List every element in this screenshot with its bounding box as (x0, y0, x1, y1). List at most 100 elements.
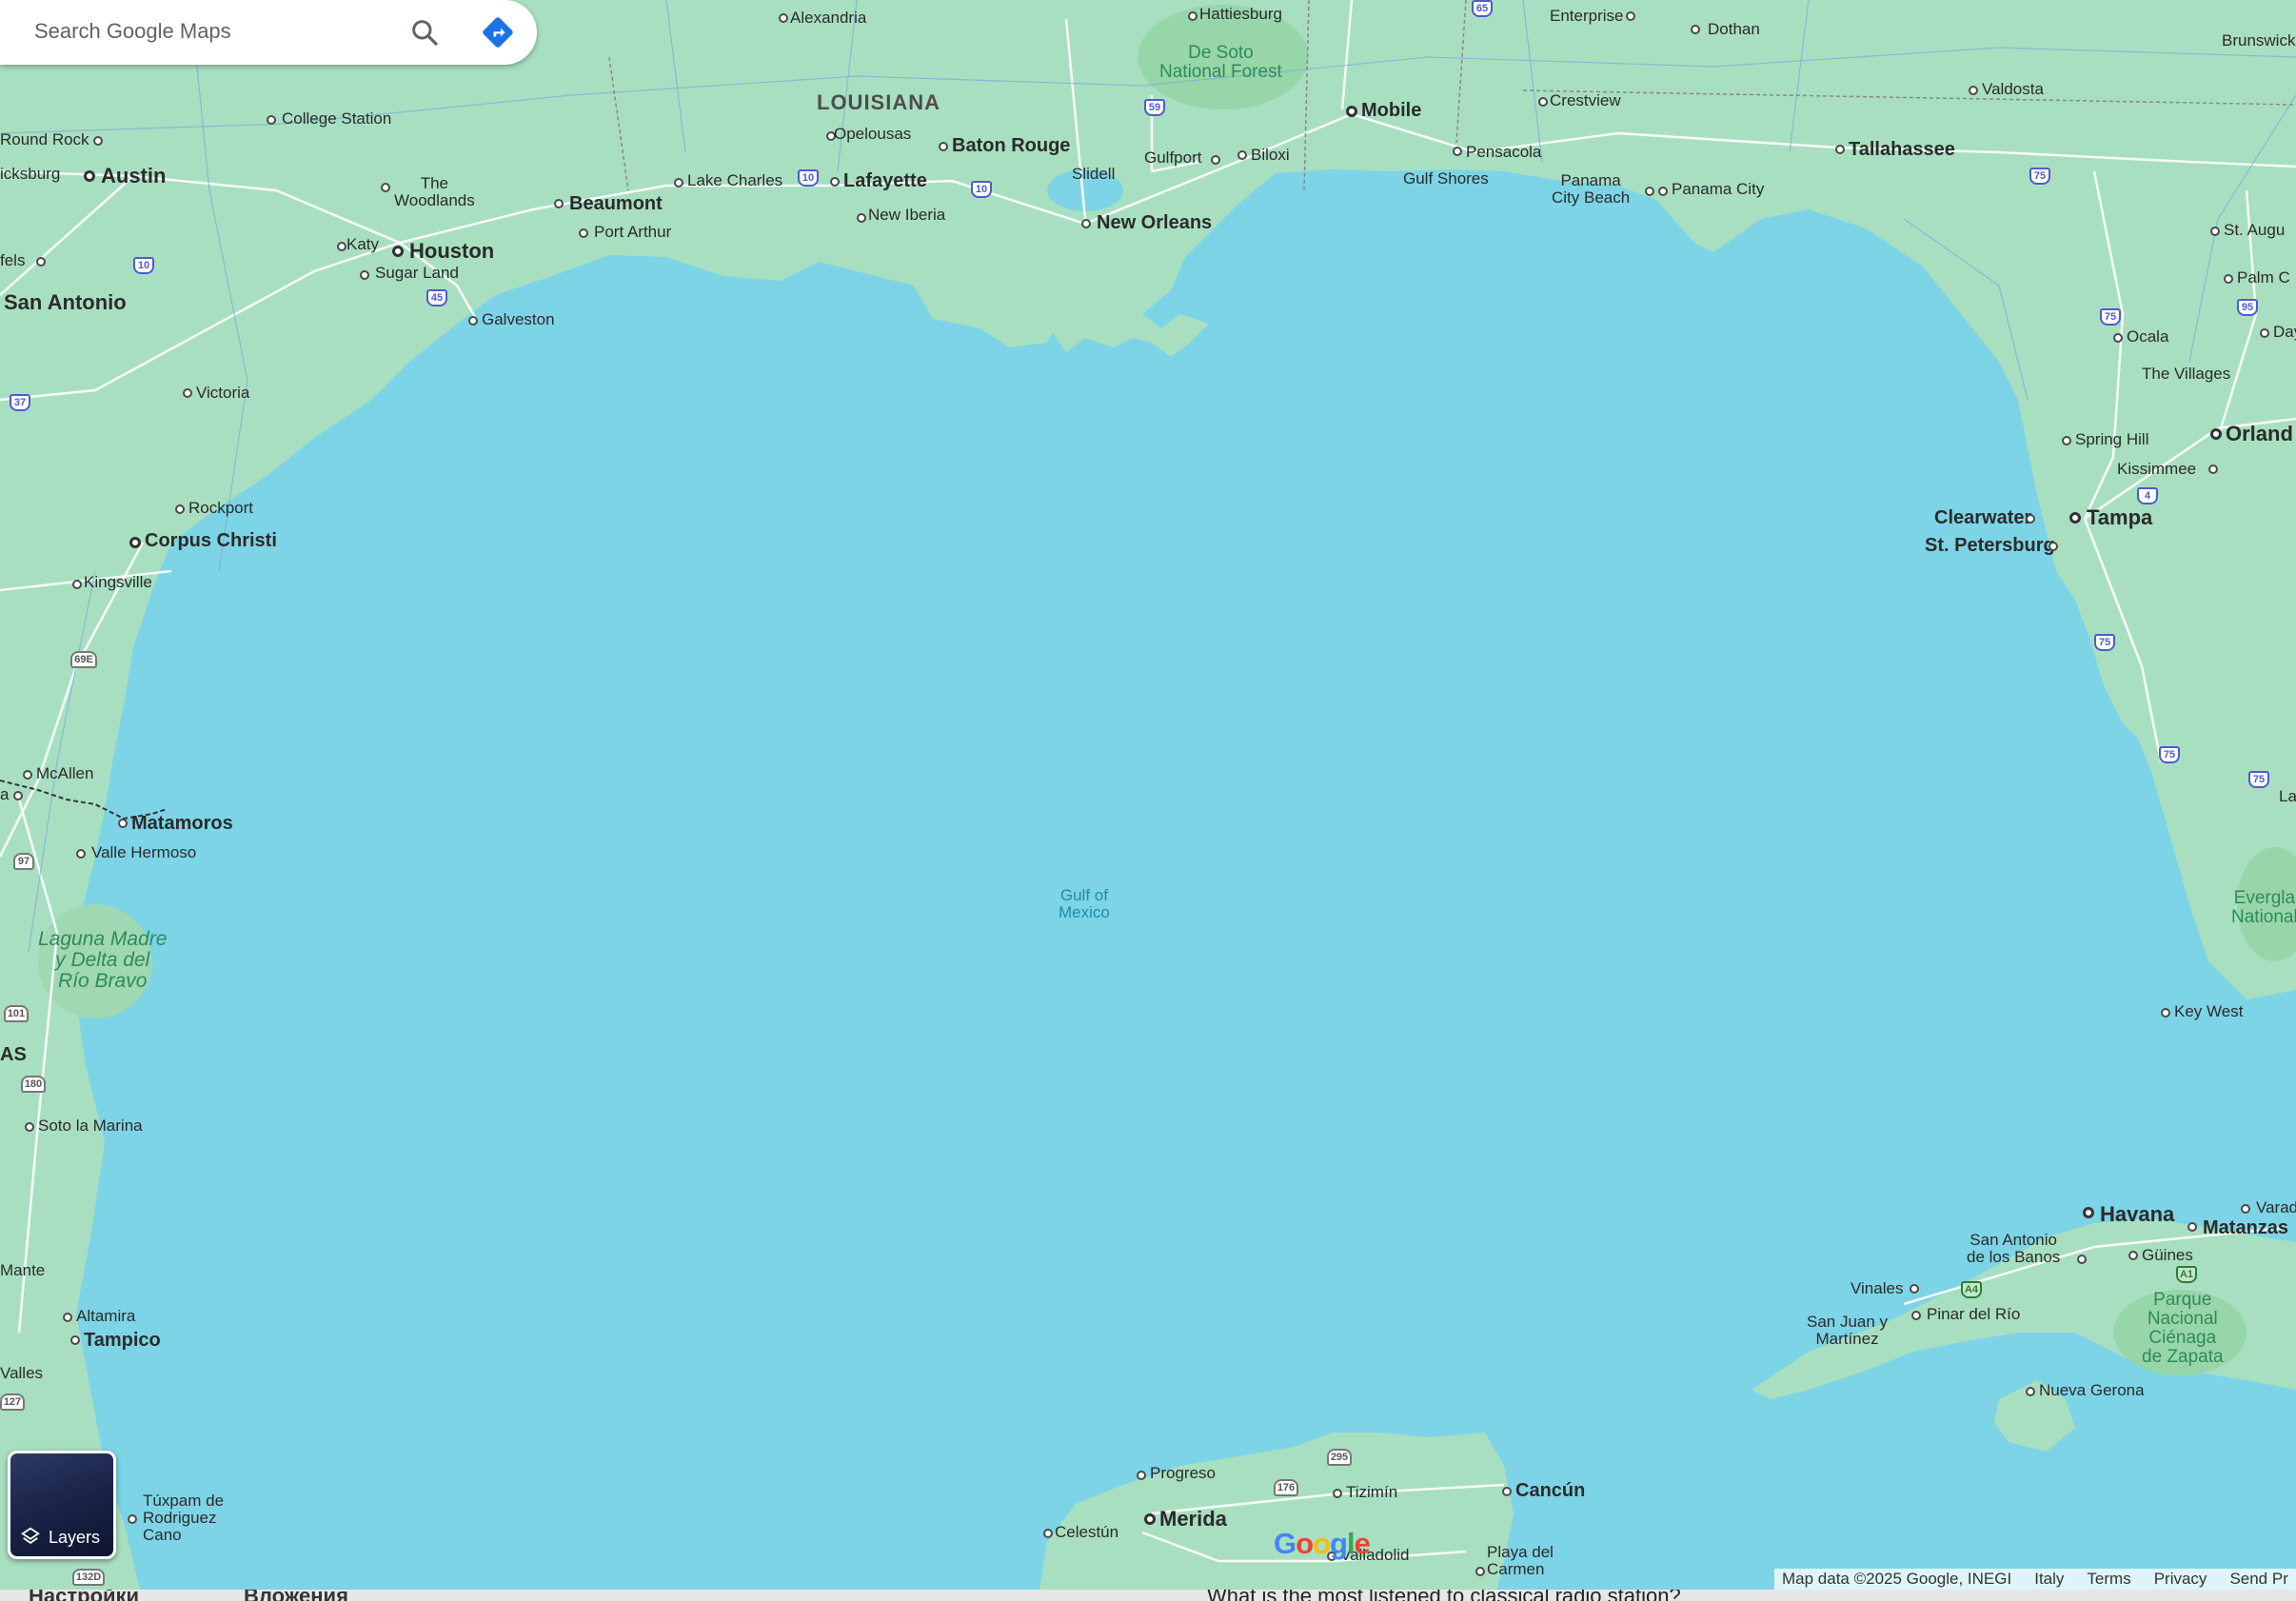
city-label-slidell[interactable]: Slidell (1072, 166, 1115, 183)
city-label-panama-city-beach[interactable]: Panama City Beach (1552, 172, 1630, 207)
city-label-tuxpam[interactable]: Túxpam de Rodriguez Cano (143, 1492, 224, 1544)
city-dot[interactable] (1538, 97, 1548, 107)
city-label-mobile[interactable]: Mobile (1361, 101, 1421, 121)
city-label-crestview[interactable]: Crestview (1550, 92, 1621, 109)
city-dot[interactable] (2187, 1222, 2197, 1232)
city-label-biloxi[interactable]: Biloxi (1251, 147, 1290, 164)
city-dot[interactable] (2224, 274, 2233, 284)
region-link[interactable]: Italy (2034, 1569, 2064, 1590)
city-dot[interactable] (2128, 1251, 2138, 1260)
city-label-valdosta[interactable]: Valdosta (1982, 81, 2044, 98)
city-dot[interactable] (63, 1313, 72, 1322)
city-label-vinales[interactable]: Vinales (1851, 1280, 1903, 1297)
city-label-port-arthur[interactable]: Port Arthur (594, 224, 671, 241)
city-dot[interactable] (2026, 1387, 2035, 1396)
city-dot[interactable] (2077, 1255, 2087, 1264)
directions-icon[interactable] (481, 15, 515, 49)
city-label-celestun[interactable]: Celestún (1055, 1524, 1118, 1541)
city-label-kissimmee[interactable]: Kissimmee (2117, 461, 2196, 478)
city-dot[interactable] (1211, 155, 1220, 165)
search-box[interactable]: Search Google Maps (0, 0, 537, 65)
city-dot[interactable] (830, 177, 840, 187)
city-label-the-woodlands[interactable]: The Woodlands (394, 175, 475, 209)
city-label-austin[interactable]: Austin (101, 165, 166, 187)
city-dot[interactable] (36, 257, 46, 267)
city-label-valles[interactable]: Valles (0, 1365, 43, 1382)
city-dot[interactable] (128, 1514, 137, 1524)
city-label-altamira[interactable]: Altamira (76, 1308, 135, 1325)
city-dot[interactable] (1626, 11, 1635, 21)
city-dot[interactable] (360, 270, 369, 280)
city-dot[interactable] (1237, 150, 1247, 160)
city-dot[interactable] (1144, 1513, 1156, 1525)
city-dot[interactable] (1911, 1311, 1921, 1320)
send-feedback-link[interactable]: Send Pr (2229, 1569, 2287, 1590)
city-dot[interactable] (2210, 227, 2220, 236)
city-label-rockport[interactable]: Rockport (188, 500, 253, 517)
city-label-galveston[interactable]: Galveston (482, 311, 555, 328)
city-dot[interactable] (381, 183, 390, 192)
city-dot[interactable] (1910, 1284, 1919, 1294)
city-label-st-augustine[interactable]: St. Augu (2224, 222, 2285, 239)
city-label-ocala[interactable]: Ocala (2127, 328, 2168, 346)
city-label-pensacola[interactable]: Pensacola (1466, 144, 1541, 161)
map-canvas[interactable] (0, 0, 2296, 1601)
city-dot[interactable] (2113, 333, 2123, 343)
city-dot[interactable] (129, 537, 141, 548)
city-label-hattiesburg[interactable]: Hattiesburg (1199, 6, 1282, 23)
underlying-tab-settings[interactable]: Настройки (29, 1590, 139, 1601)
city-dot[interactable] (118, 819, 128, 828)
city-dot[interactable] (337, 242, 346, 251)
city-dot[interactable] (1969, 86, 1978, 95)
city-label-college-station[interactable]: College Station (282, 110, 391, 128)
layers-button[interactable]: Layers (8, 1451, 116, 1559)
city-label-katy[interactable]: Katy (346, 236, 379, 253)
city-label-spring-hill[interactable]: Spring Hill (2075, 431, 2148, 448)
city-dot[interactable] (2049, 542, 2058, 551)
city-label-tizimin[interactable]: Tizimín (1346, 1484, 1397, 1501)
terms-link[interactable]: Terms (2087, 1569, 2130, 1590)
underlying-tab-attachments[interactable]: Вложения (244, 1590, 348, 1601)
city-dot[interactable] (183, 388, 192, 398)
city-label-varadero[interactable]: Varad (2256, 1199, 2296, 1216)
city-label-san-antonio-banos[interactable]: San Antonio de los Banos (1967, 1232, 2060, 1266)
city-label-key-west[interactable]: Key West (2174, 1003, 2243, 1020)
city-dot[interactable] (267, 115, 276, 125)
city-label-nueva-gerona[interactable]: Nueva Gerona (2039, 1382, 2145, 1399)
city-label-san-antonio[interactable]: San Antonio (4, 291, 127, 313)
city-label-round-rock[interactable]: Round Rock (0, 131, 89, 148)
city-dot[interactable] (939, 142, 948, 151)
city-label-alexandria[interactable]: Alexandria (790, 10, 866, 27)
city-dot[interactable] (2241, 1204, 2250, 1214)
city-label-havana[interactable]: Havana (2100, 1203, 2174, 1225)
city-dot[interactable] (1081, 219, 1091, 228)
city-dot[interactable] (2210, 428, 2222, 440)
city-label-victoria[interactable]: Victoria (196, 385, 249, 402)
search-input[interactable]: Search Google Maps (34, 19, 231, 44)
city-dot[interactable] (93, 136, 103, 146)
city-dot[interactable] (1333, 1489, 1342, 1498)
city-label-new-braunfels[interactable]: fels (0, 252, 25, 269)
city-label-matamoros[interactable]: Matamoros (131, 814, 233, 834)
city-label-beaumont[interactable]: Beaumont (569, 194, 663, 214)
city-dot[interactable] (674, 178, 683, 188)
city-dot[interactable] (579, 228, 588, 238)
search-icon[interactable] (409, 17, 440, 48)
city-dot[interactable] (1453, 147, 1462, 156)
city-dot[interactable] (857, 213, 866, 223)
city-dot[interactable] (1475, 1567, 1485, 1576)
city-label-pinar-del-rio[interactable]: Pinar del Río (1927, 1306, 2020, 1323)
city-label-orlando[interactable]: Orland (2226, 423, 2293, 445)
city-label-valle-hermoso[interactable]: Valle Hermoso (91, 844, 196, 861)
city-label-la[interactable]: La (2279, 788, 2296, 805)
city-dot[interactable] (1346, 106, 1357, 117)
city-dot[interactable] (1645, 187, 1654, 196)
city-label-mcallen[interactable]: McAllen (36, 765, 93, 782)
city-label-guines[interactable]: Güines (2142, 1247, 2193, 1264)
city-label-dothan[interactable]: Dothan (1708, 21, 1760, 38)
city-dot[interactable] (2260, 328, 2269, 338)
city-label-cancun[interactable]: Cancún (1515, 1481, 1585, 1501)
city-label-baton-rouge[interactable]: Baton Rouge (952, 136, 1070, 156)
city-dot[interactable] (175, 504, 185, 514)
city-dot[interactable] (13, 791, 23, 800)
